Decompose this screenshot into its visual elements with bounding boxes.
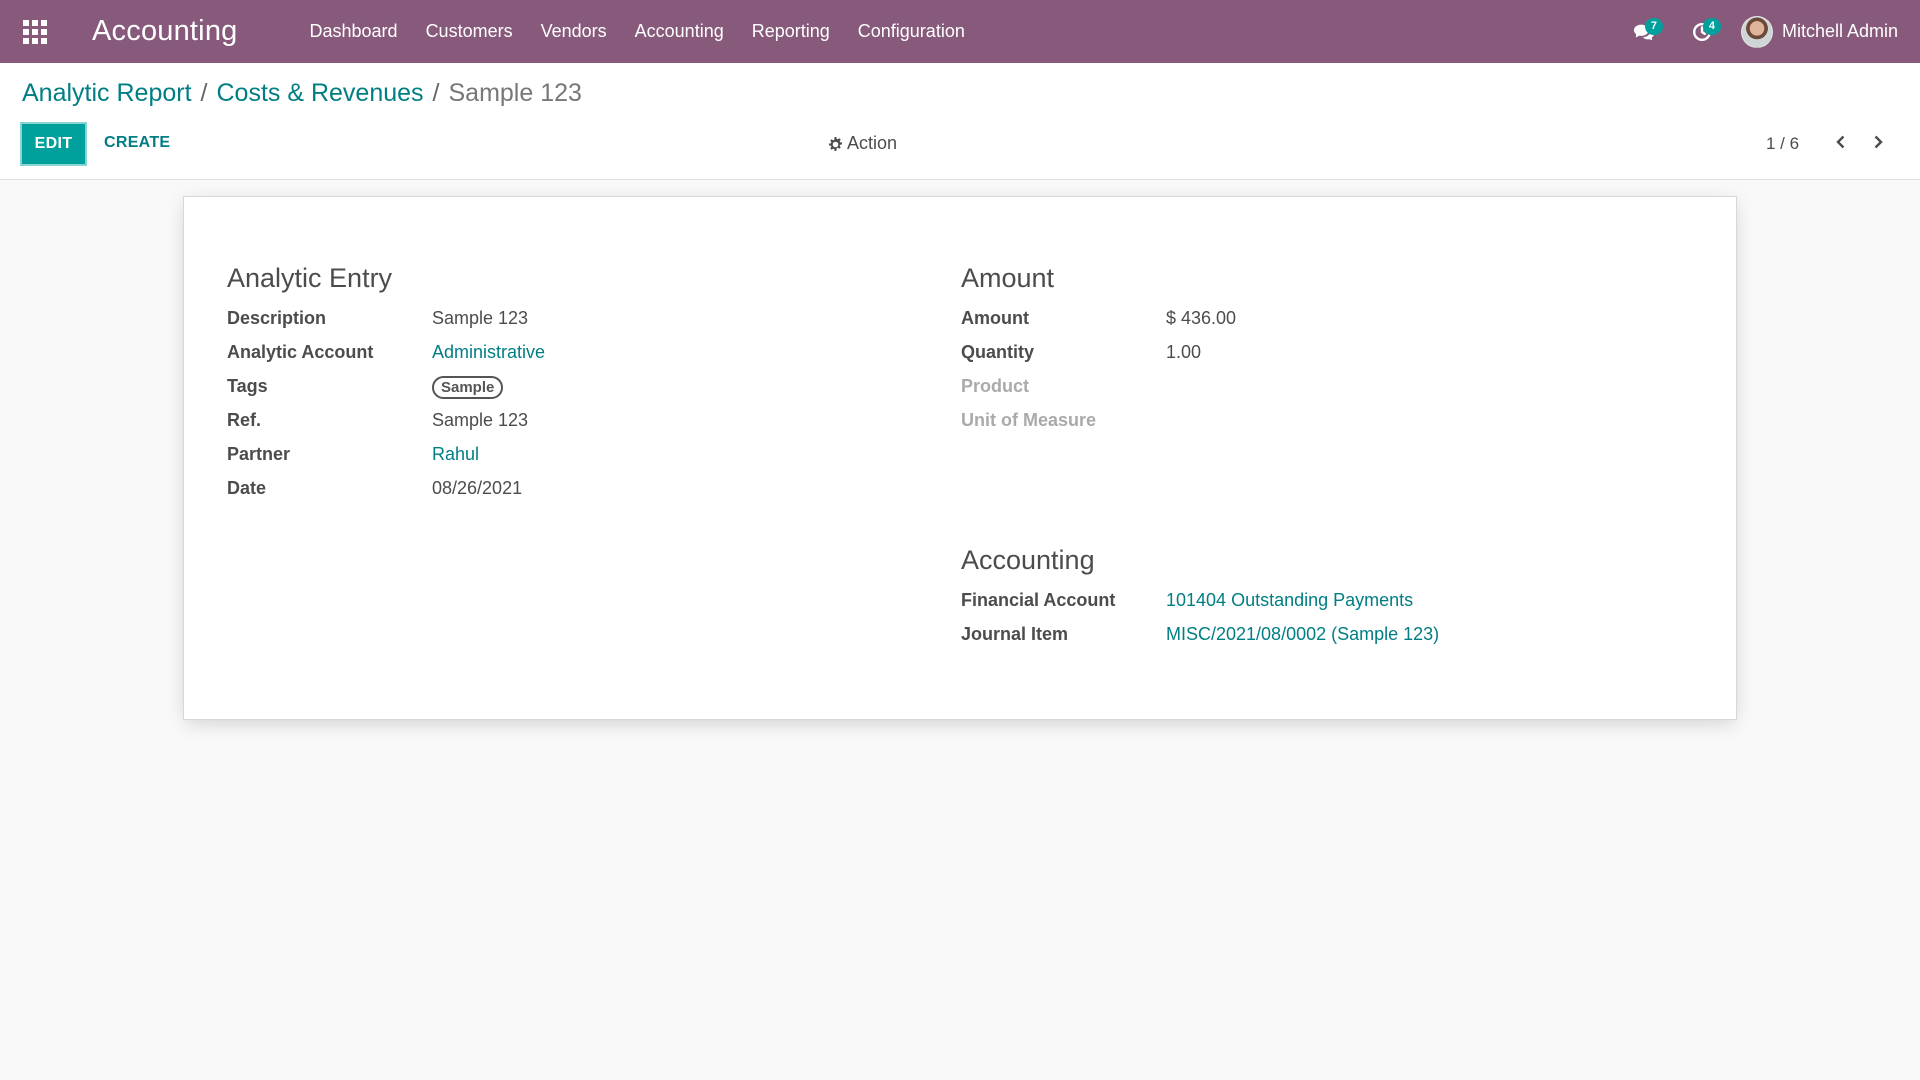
field-description: Description Sample 123 xyxy=(227,308,877,342)
partner-label: Partner xyxy=(227,444,291,464)
chevron-left-icon xyxy=(1836,135,1845,149)
amount-label: Amount xyxy=(961,308,1029,328)
product-label: Product xyxy=(961,376,1030,396)
journal-item-link[interactable]: MISC/2021/08/0002 (Sample 123) xyxy=(1166,624,1439,645)
analytic-account-link[interactable]: Administrative xyxy=(432,342,545,363)
analytic-entry-group: Analytic Entry Description Sample 123 An… xyxy=(227,263,877,512)
breadcrumb-separator: / xyxy=(432,79,440,107)
group-title-amount: Amount xyxy=(961,263,1055,293)
main-menu: Dashboard Customers Vendors Accounting R… xyxy=(296,0,979,63)
user-menu[interactable]: Mitchell Admin xyxy=(1740,15,1898,48)
date-label: Date xyxy=(227,478,267,498)
activity-menu[interactable]: 4 xyxy=(1673,0,1731,63)
pager-previous-button[interactable] xyxy=(1826,127,1856,157)
breadcrumb-costs-revenues[interactable]: Costs & Revenues xyxy=(216,79,423,108)
journal-item-label: Journal Item xyxy=(961,624,1069,644)
field-analytic-account: Analytic Account Administrative xyxy=(227,342,877,376)
description-value: Sample 123 xyxy=(432,308,529,328)
tag-badge: Sample xyxy=(432,376,504,399)
amount-value: $ 436.00 xyxy=(1166,308,1237,328)
analytic-account-label: Analytic Account xyxy=(227,342,374,362)
field-unit-of-measure: Unit of Measure xyxy=(961,410,1661,444)
edit-button[interactable]: EDIT xyxy=(20,122,87,166)
field-product: Product xyxy=(961,376,1661,410)
financial-account-link[interactable]: 101404 Outstanding Payments xyxy=(1166,590,1413,611)
ref-value: Sample 123 xyxy=(432,410,529,430)
field-journal-item: Journal Item MISC/2021/08/0002 (Sample 1… xyxy=(961,624,1661,658)
tags-label: Tags xyxy=(227,376,268,396)
pager-value[interactable]: 1 / 6 xyxy=(1766,134,1799,154)
date-value: 08/26/2021 xyxy=(432,478,523,498)
user-name: Mitchell Admin xyxy=(1781,21,1898,41)
partner-link[interactable]: Rahul xyxy=(432,444,479,465)
control-panel: Analytic Report / Costs & Revenues / Sam… xyxy=(0,63,1920,180)
quantity-value: 1.00 xyxy=(1166,342,1202,362)
quantity-label: Quantity xyxy=(961,342,1035,362)
top-navbar: Accounting Dashboard Customers Vendors A… xyxy=(0,0,1920,63)
field-amount: Amount $ 436.00 xyxy=(961,308,1661,342)
unit-of-measure-label: Unit of Measure xyxy=(961,410,1097,430)
messaging-menu[interactable]: 7 xyxy=(1615,0,1673,63)
chevron-right-icon xyxy=(1874,135,1883,149)
menu-accounting[interactable]: Accounting xyxy=(621,0,738,63)
ref-label: Ref. xyxy=(227,410,262,430)
create-button[interactable]: CREATE xyxy=(104,134,170,152)
app-title[interactable]: Accounting xyxy=(92,15,238,48)
field-quantity: Quantity 1.00 xyxy=(961,342,1661,376)
menu-dashboard[interactable]: Dashboard xyxy=(296,0,412,63)
accounting-group: Accounting Financial Account 101404 Outs… xyxy=(961,545,1661,658)
breadcrumb-current: Sample 123 xyxy=(448,79,582,107)
avatar xyxy=(1740,15,1773,48)
field-tags: Tags Sample xyxy=(227,376,877,410)
field-financial-account: Financial Account 101404 Outstanding Pay… xyxy=(961,590,1661,624)
menu-customers[interactable]: Customers xyxy=(412,0,527,63)
financial-account-label: Financial Account xyxy=(961,590,1116,610)
breadcrumb-separator: / xyxy=(200,79,208,107)
group-title-analytic-entry: Analytic Entry xyxy=(227,263,393,293)
amount-group: Amount Amount $ 436.00 Quantity 1.00 Pro… xyxy=(961,263,1661,444)
systray: 7 4 Mitchell Admin xyxy=(1615,0,1920,63)
menu-vendors[interactable]: Vendors xyxy=(527,0,621,63)
messages-count-badge: 7 xyxy=(1644,18,1663,35)
action-label: Action xyxy=(847,133,898,153)
description-label: Description xyxy=(227,308,327,328)
breadcrumb-analytic-report[interactable]: Analytic Report xyxy=(22,79,192,108)
menu-configuration[interactable]: Configuration xyxy=(844,0,979,63)
action-dropdown[interactable]: Action xyxy=(827,133,897,154)
breadcrumb: Analytic Report / Costs & Revenues / Sam… xyxy=(22,79,582,108)
field-ref: Ref. Sample 123 xyxy=(227,410,877,444)
apps-menu-icon[interactable] xyxy=(0,0,70,63)
field-date: Date 08/26/2021 xyxy=(227,478,877,512)
pager-next-button[interactable] xyxy=(1863,127,1893,157)
form-sheet: Analytic Entry Description Sample 123 An… xyxy=(183,196,1737,720)
activities-count-badge: 4 xyxy=(1702,18,1721,35)
field-partner: Partner Rahul xyxy=(227,444,877,478)
group-title-accounting: Accounting xyxy=(961,545,1095,575)
menu-reporting[interactable]: Reporting xyxy=(738,0,844,63)
gear-icon xyxy=(829,136,842,151)
